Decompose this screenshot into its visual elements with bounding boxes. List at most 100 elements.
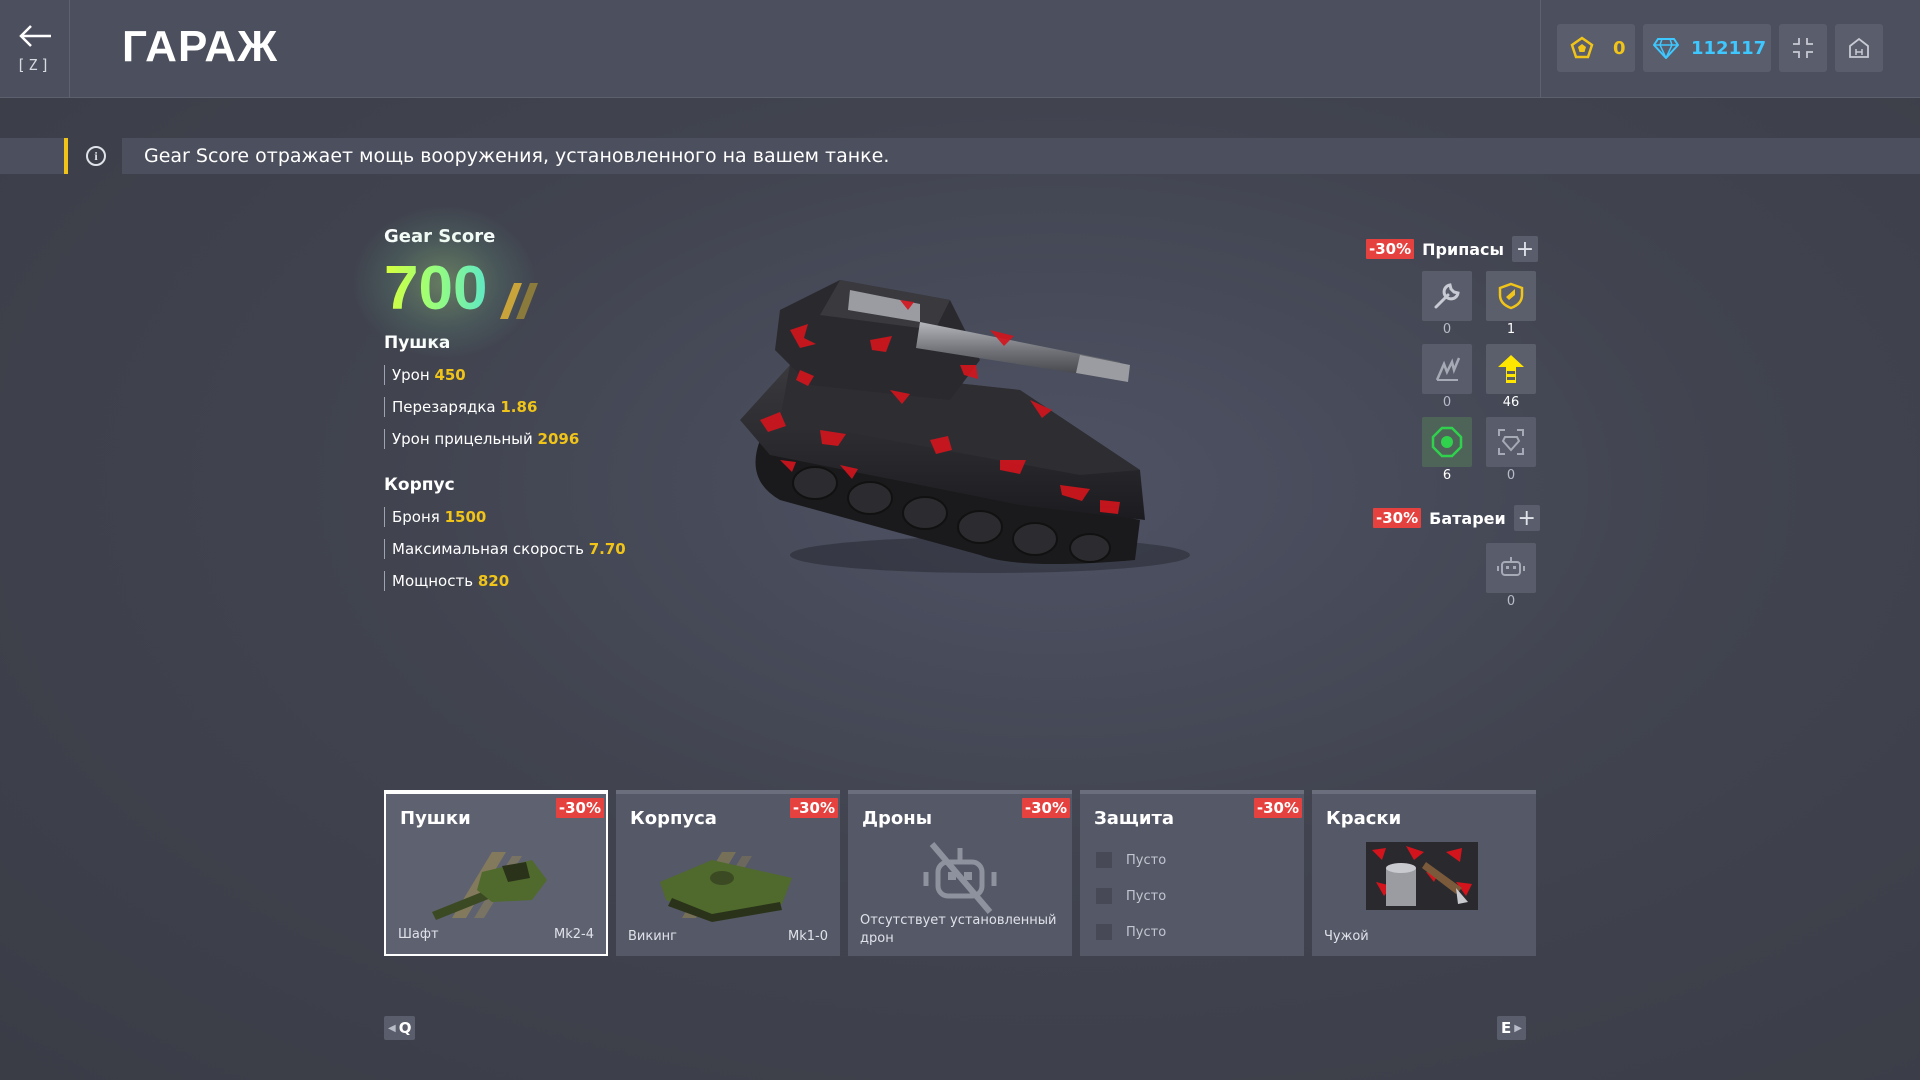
hulls-sale-badge: -30%: [789, 798, 838, 818]
exit-button[interactable]: [1835, 24, 1883, 72]
drones-card-title: Дроны: [862, 808, 932, 829]
tank-stats: Gear Score 700 Пушка Урон 450 Перезарядк…: [354, 207, 684, 591]
prev-hotkey: Q: [398, 1019, 412, 1037]
supplies-title: Припасы: [1422, 239, 1504, 259]
tank-model[interactable]: [720, 270, 1240, 580]
speed-boost-icon: [1498, 355, 1524, 383]
gold-box-slot[interactable]: [1486, 417, 1536, 467]
stat-value: 1500: [444, 508, 487, 526]
batteries-add-button[interactable]: +: [1513, 505, 1540, 531]
fullscreen-button[interactable]: [1779, 24, 1827, 72]
shaft-turret-image: [432, 852, 547, 920]
protection-slot[interactable]: Пусто: [1096, 888, 1166, 904]
drones-card[interactable]: Дроны -30% Отсутствует установленный дро…: [848, 790, 1072, 956]
gear-score-block: 700: [354, 207, 684, 357]
hulls-card[interactable]: Корпуса -30% Викинг Mk1-0: [616, 790, 840, 956]
stat-label: Урон прицельный: [392, 430, 533, 448]
stat-value: 1.86: [500, 398, 538, 416]
batteries-title: Батареи: [1429, 508, 1506, 528]
stat-label: Перезарядка: [392, 398, 496, 416]
shield-icon: [1498, 282, 1524, 310]
gear-score-value: 700: [384, 254, 488, 323]
hull-section-title: Корпус: [384, 475, 455, 495]
no-drone-message: Отсутствует установленный дрон: [860, 913, 1057, 946]
gear-score-slashes-icon: [500, 283, 538, 319]
hull-name: Викинг: [628, 929, 677, 944]
damage-boost-slot[interactable]: [1422, 344, 1472, 394]
paints-card[interactable]: Краски Чужой: [1312, 790, 1536, 956]
speed-boost-count: 46: [1502, 395, 1520, 410]
gold-box-icon: [1498, 429, 1524, 455]
wrench-icon: [1434, 283, 1460, 309]
top-bar: [Z] ГАРАЖ 0 112117: [0, 0, 1920, 98]
protection-slot[interactable]: Пусто: [1096, 852, 1166, 868]
repair-kit-slot[interactable]: [1422, 271, 1472, 321]
back-hotkey: [Z]: [16, 56, 53, 74]
gold-box-count: 0: [1506, 468, 1516, 483]
home-exit-icon: [1849, 37, 1869, 58]
stat-label: Мощность: [392, 572, 474, 590]
batteries-header: -30% Батареи +: [1373, 504, 1540, 532]
empty-slot-box: [1096, 924, 1112, 940]
turret-name: Шафт: [398, 927, 439, 942]
mine-count: 6: [1442, 468, 1452, 483]
next-category-button[interactable]: E ▶: [1497, 1016, 1526, 1040]
battery-slot[interactable]: [1486, 543, 1536, 593]
rubies-counter[interactable]: 112117: [1643, 24, 1771, 72]
batteries-sale-badge: -30%: [1373, 508, 1422, 528]
info-bar-left: [0, 138, 66, 174]
damage-boost-icon: [1435, 357, 1461, 381]
turret-mk: Mk2-4: [554, 927, 594, 942]
stat-label: Максимальная скорость: [392, 540, 584, 558]
protection-slot[interactable]: Пусто: [1096, 924, 1166, 940]
armor-boost-slot[interactable]: [1486, 271, 1536, 321]
info-accent: [64, 138, 68, 174]
hull-mk: Mk1-0: [788, 929, 828, 944]
turrets-sale-badge: -30%: [555, 798, 604, 818]
mine-slot[interactable]: [1422, 417, 1472, 467]
protection-slot-label: Пусто: [1126, 852, 1167, 868]
turrets-card[interactable]: Пушки -30% Шафт Mk2-4: [384, 790, 608, 956]
protection-slot-label: Пусто: [1126, 888, 1167, 904]
drones-sale-badge: -30%: [1021, 798, 1070, 818]
turrets-card-title: Пушки: [400, 808, 471, 829]
diamond-icon: [1653, 38, 1679, 59]
stat-value: 7.70: [588, 540, 626, 558]
damage-boost-count: 0: [1442, 395, 1452, 410]
crystal-icon: [1570, 36, 1594, 59]
crystals-counter[interactable]: 0: [1557, 24, 1635, 72]
supplies-sale-badge: -30%: [1366, 239, 1415, 259]
alien-paint-image: [1366, 842, 1478, 910]
paint-name: Чужой: [1324, 929, 1369, 944]
hull-stat-power: Мощность 820: [384, 571, 684, 591]
stat-label: Урон: [392, 366, 430, 384]
hull-stat-speed: Максимальная скорость 7.70: [384, 539, 684, 559]
prev-category-button[interactable]: ◀ Q: [384, 1016, 416, 1040]
armor-boost-count: 1: [1506, 322, 1516, 337]
battery-count: 0: [1506, 594, 1516, 609]
paints-card-title: Краски: [1326, 808, 1402, 829]
stat-value: 2096: [537, 430, 580, 448]
currency-panel: 0 112117: [1540, 0, 1920, 98]
info-icon: i: [86, 146, 106, 166]
turret-stat-damage: Урон 450: [384, 365, 684, 385]
supplies-header: -30% Припасы +: [1366, 235, 1538, 263]
rubies-value: 112117: [1691, 37, 1767, 59]
viking-hull-image: [660, 852, 792, 922]
hulls-card-title: Корпуса: [630, 808, 717, 829]
repair-kit-count: 0: [1442, 322, 1452, 337]
stat-value: 450: [434, 366, 466, 384]
protection-card[interactable]: Защита -30% Пусто Пусто Пусто: [1080, 790, 1304, 956]
stat-label: Броня: [392, 508, 440, 526]
stat-value: 820: [477, 572, 510, 590]
speed-boost-slot[interactable]: [1486, 344, 1536, 394]
page-title: ГАРАЖ: [122, 22, 278, 71]
supplies-add-button[interactable]: +: [1512, 236, 1538, 262]
protection-sale-badge: -30%: [1253, 798, 1302, 818]
info-bar: Gear Score отражает мощь вооружения, уст…: [122, 138, 1920, 174]
turret-stat-reload: Перезарядка 1.86: [384, 397, 684, 417]
empty-slot-box: [1096, 888, 1112, 904]
triangle-right-icon: ▶: [1514, 1022, 1522, 1034]
fullscreen-exit-icon: [1793, 38, 1813, 58]
back-button[interactable]: [Z]: [0, 0, 70, 98]
